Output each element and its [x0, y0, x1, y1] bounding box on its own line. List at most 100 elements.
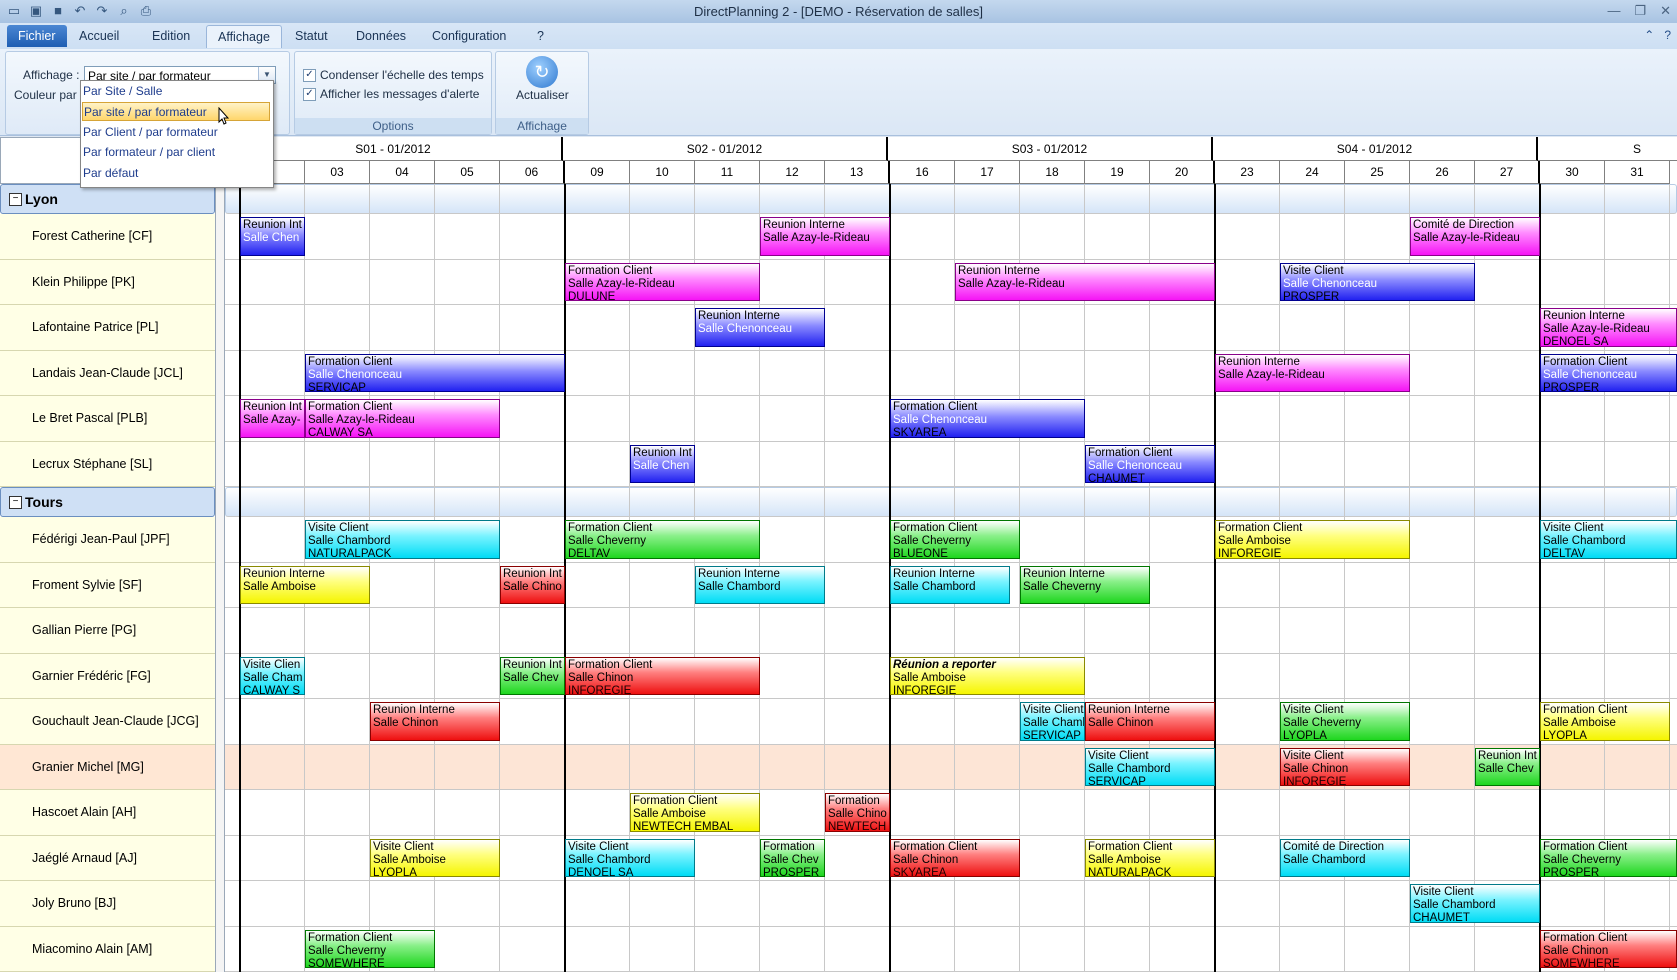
tab-affichage[interactable]: Affichage — [206, 25, 282, 48]
booking-event[interactable]: Formation Client Salle Amboise LYOPLA — [1540, 702, 1670, 741]
booking-event[interactable]: Reunion Interne Salle Azay-le-Rideau — [760, 217, 890, 256]
minimize-icon[interactable]: — — [1607, 3, 1620, 19]
resource-label[interactable]: Garnier Frédéric [FG] — [0, 653, 215, 699]
row-background[interactable] — [225, 790, 1677, 836]
booking-event[interactable]: Formation Client Salle Amboise NEWTECH EMB… — [630, 793, 760, 832]
tab-fichier[interactable]: Fichier — [7, 25, 67, 47]
dropdown-option-par-defaut[interactable]: Par défaut — [82, 164, 271, 183]
booking-event[interactable]: Formation Client Salle Chinon INFOREGIE — [565, 656, 760, 695]
maximize-icon[interactable]: ❐ — [1634, 3, 1646, 19]
booking-event[interactable]: Visite Client Salle Chenonceau PROSPER — [1280, 262, 1475, 301]
booking-event[interactable]: Formation Salle Chev PROSPER — [760, 838, 825, 877]
booking-event[interactable]: Formation Client Salle Chenonceau SKYAREA — [890, 399, 1085, 438]
booking-event[interactable]: Reunion Interne Salle Chambord — [890, 565, 1011, 604]
resource-label[interactable]: Jaéglé Arnaud [AJ] — [0, 835, 215, 881]
resource-label[interactable]: Lafontaine Patrice [PL] — [0, 305, 215, 351]
row-background[interactable] — [225, 487, 1677, 517]
booking-event[interactable]: Visite Client Salle Chinon INFOREGIE — [1280, 747, 1410, 786]
row-background[interactable] — [225, 442, 1677, 487]
collapse-icon[interactable]: − — [9, 192, 22, 206]
tab-edition[interactable]: Edition — [141, 25, 201, 47]
booking-event[interactable]: Comité de Direction Salle Azay-le-Rideau — [1410, 217, 1540, 256]
tab-statut[interactable]: Statut — [284, 25, 339, 47]
booking-event[interactable]: Visite Client Salle Chambord CHAUMET — [1410, 884, 1540, 923]
booking-event[interactable]: Formation Client Salle Azay-le-Rideau CALW… — [305, 399, 500, 438]
checkbox-checked-icon[interactable]: ✓ — [303, 68, 316, 82]
tab-accueil[interactable]: Accueil — [68, 25, 130, 47]
booking-event[interactable]: Reunion Int Salle Chev — [1475, 747, 1540, 786]
row-background[interactable] — [225, 305, 1677, 351]
booking-event[interactable]: Formation Client Salle Chenonceau PROSPER — [1540, 353, 1677, 392]
booking-event[interactable]: Formation Client Salle Cheverny PROSPER — [1540, 838, 1677, 877]
row-background[interactable] — [225, 184, 1677, 214]
resource-label[interactable]: Hascoet Alain [AH] — [0, 790, 215, 836]
alerts-checkbox[interactable]: ✓ Afficher les messages d'alerte — [303, 87, 479, 101]
site-group-header[interactable]: − Tours — [0, 487, 215, 517]
booking-event[interactable]: Reunion Interne Salle Amboise — [240, 565, 370, 604]
booking-event[interactable]: Reunion Int Salle Chino — [500, 565, 565, 604]
resource-label[interactable]: Forest Catherine [CF] — [0, 214, 215, 260]
booking-event[interactable]: Reunion Int Salle Chen — [240, 217, 305, 256]
booking-event[interactable]: Formation Client Salle Cheverny BLUEONE — [890, 520, 1020, 559]
row-background[interactable] — [225, 608, 1677, 654]
booking-event[interactable]: Formation Client Salle Cheverny SOMEWHERE — [305, 929, 435, 968]
booking-event[interactable]: Reunion Interne Salle Azay-le-Rideau — [955, 262, 1215, 301]
booking-event[interactable]: Formation Client Salle Amboise INFOREGIE — [1215, 520, 1410, 559]
booking-event[interactable]: Visite Client Salle Amboise LYOPLA — [370, 838, 500, 877]
help-icon[interactable]: ? — [1664, 28, 1671, 42]
booking-event[interactable]: Reunion Interne Salle Chinon — [1085, 702, 1215, 741]
resource-label[interactable]: Miacomino Alain [AM] — [0, 926, 215, 972]
tab-donnees[interactable]: Données — [345, 25, 417, 47]
booking-event[interactable]: Réunion a reporter Salle Amboise INFOREGIE — [890, 656, 1085, 695]
site-group-header[interactable]: − Lyon — [0, 184, 215, 214]
ribbon-collapse-icon[interactable]: ⌃ — [1644, 28, 1654, 42]
booking-event[interactable]: Reunion Int Salle Azay- — [240, 399, 305, 438]
booking-event[interactable]: Reunion Int Salle Chen — [630, 444, 695, 483]
booking-event[interactable]: Visite Client Salle Chambord NATURALPACK — [305, 520, 500, 559]
resource-label[interactable]: Klein Philippe [PK] — [0, 259, 215, 305]
dropdown-option-par-site-par-formateur[interactable]: Par site / par formateur — [82, 102, 270, 121]
resource-label[interactable]: Granier Michel [MG] — [0, 744, 215, 790]
resource-label[interactable]: Gallian Pierre [PG] — [0, 608, 215, 654]
booking-event[interactable]: Formation Client Salle Chenonceau CHAUMET — [1085, 444, 1215, 483]
booking-event[interactable]: Reunion Interne Salle Cheverny — [1020, 565, 1150, 604]
close-icon[interactable]: ✕ — [1660, 3, 1671, 19]
resource-label[interactable]: Lecrux Stéphane [SL] — [0, 441, 215, 487]
resource-label[interactable]: Froment Sylvie [SF] — [0, 562, 215, 608]
booking-event[interactable]: Reunion Interne Salle Chenonceau — [695, 308, 825, 347]
booking-event[interactable]: Visite Client Salle Chambord SERVICAP — [1085, 747, 1215, 786]
resource-label[interactable]: Gouchault Jean-Claude [JCG] — [0, 699, 215, 745]
checkbox-checked-icon[interactable]: ✓ — [303, 87, 316, 101]
booking-event[interactable]: Formation Client Salle Azay-le-Rideau DULU… — [565, 262, 760, 301]
booking-event[interactable]: Reunion Int Salle Chev — [500, 656, 565, 695]
booking-event[interactable]: Formation Client Salle Chinon SKYAREA — [890, 838, 1020, 877]
booking-event[interactable]: Reunion Interne Salle Chinon — [370, 702, 500, 741]
booking-event[interactable]: Visite Clien Salle Cham CALWAY S — [240, 656, 305, 695]
column-splitter[interactable] — [215, 184, 225, 972]
dropdown-option-par-client-par-formateur[interactable]: Par Client / par formateur — [82, 123, 271, 142]
booking-event[interactable]: Visite Client Salle Chamb SERVICAP — [1020, 702, 1085, 741]
resource-label[interactable]: Le Bret Pascal [PLB] — [0, 396, 215, 442]
condense-checkbox[interactable]: ✓ Condenser l'échelle des temps — [303, 68, 484, 82]
row-background[interactable] — [225, 927, 1677, 972]
dropdown-option-par-site-salle[interactable]: Par Site / Salle — [82, 82, 271, 101]
collapse-icon[interactable]: − — [9, 495, 22, 509]
booking-event[interactable]: Visite Client Salle Chambord DENOEL SA — [565, 838, 695, 877]
booking-event[interactable]: Formation Salle Chino NEWTECH — [825, 793, 890, 832]
booking-event[interactable]: Visite Client Salle Chambord DELTAV — [1540, 520, 1677, 559]
resource-label[interactable]: Landais Jean-Claude [JCL] — [0, 350, 215, 396]
booking-event[interactable]: Reunion Interne Salle Chambord — [695, 565, 825, 604]
booking-event[interactable]: Formation Client Salle Amboise NATURALPACK — [1085, 838, 1215, 877]
planning-grid[interactable]: S01 - 01/2012 S02 - 01/2012 S03 - 01/2012 S… — [0, 137, 1677, 980]
tab-configuration[interactable]: Configuration — [421, 25, 517, 47]
resource-label[interactable]: Joly Bruno [BJ] — [0, 881, 215, 927]
booking-event[interactable]: Formation Client Salle Chinon SOMEWHERE — [1540, 929, 1677, 968]
booking-event[interactable]: Reunion Interne Salle Azay-le-Rideau — [1215, 353, 1410, 392]
booking-event[interactable]: Comité de Direction Salle Chambord — [1280, 838, 1410, 877]
booking-event[interactable]: Formation Client Salle Chenonceau SERVICAP — [305, 353, 565, 392]
resource-label[interactable]: Fédérigi Jean-Paul [JPF] — [0, 517, 215, 563]
tab-help[interactable]: ? — [526, 25, 555, 47]
booking-event[interactable]: Reunion Interne Salle Azay-le-Rideau DENOE… — [1540, 308, 1677, 347]
row-background[interactable] — [225, 744, 1677, 790]
booking-event[interactable]: Formation Client Salle Cheverny DELTAV — [565, 520, 760, 559]
